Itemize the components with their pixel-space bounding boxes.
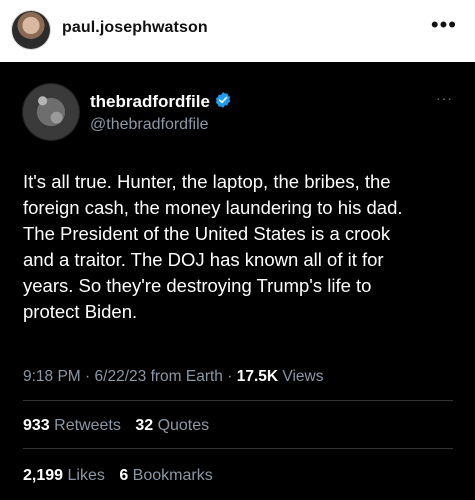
bookmarks-label: Bookmarks (132, 467, 213, 484)
retweet-quote-stats: 933 Retweets 32 Quotes (23, 417, 209, 435)
retweets-count: 933 (23, 417, 50, 434)
retweets-stat[interactable]: 933 Retweets (23, 417, 121, 434)
tweet-card: thebradfordfile @thebradfordfile ··· It'… (0, 62, 475, 500)
tweet-author-handle[interactable]: @thebradfordfile (90, 116, 209, 134)
tweet-text-line: foreign cash, the money laundering to hi… (23, 197, 403, 218)
views-label: Views (282, 368, 324, 385)
quotes-stat[interactable]: 32 Quotes (135, 417, 209, 434)
username-link[interactable]: paul.josephwatson (62, 19, 208, 37)
tweet-text-line: protect Biden. (23, 301, 138, 322)
tweet-author-avatar[interactable] (23, 84, 79, 140)
tweet-date[interactable]: 6/22/23 (95, 368, 147, 385)
tweet-more-icon[interactable]: ··· (436, 90, 453, 106)
quotes-label: Quotes (157, 417, 210, 434)
likes-stat[interactable]: 2,199 Likes (23, 467, 105, 484)
likes-label: Likes (67, 467, 105, 484)
bookmarks-stat[interactable]: 6 Bookmarks (119, 467, 212, 484)
tweet-source: from Earth (150, 368, 223, 385)
likes-count: 2,199 (23, 467, 64, 484)
likes-bookmarks-stats: 2,199 Likes 6 Bookmarks (23, 467, 213, 485)
display-name[interactable]: thebradfordfile (90, 92, 210, 111)
tweet-author-name[interactable]: thebradfordfile (90, 91, 232, 112)
divider (23, 448, 453, 449)
bookmarks-count: 6 (119, 467, 129, 484)
tweet-text-line: The President of the United States is a … (23, 223, 391, 244)
separator: · (85, 368, 91, 385)
views-count: 17.5K (236, 368, 279, 385)
separator: · (227, 368, 233, 385)
retweets-label: Retweets (54, 417, 121, 434)
verified-badge-icon (215, 92, 231, 108)
tweet-meta: 9:18 PM · 6/22/23 from Earth · 17.5K Vie… (23, 368, 323, 386)
tweet-text: It's all true. Hunter, the laptop, the b… (23, 169, 458, 325)
divider (23, 400, 453, 401)
quotes-count: 32 (135, 417, 154, 434)
tweet-text-line: It's all true. Hunter, the laptop, the b… (23, 171, 391, 192)
tweet-text-line: years. So they're destroying Trump's lif… (23, 275, 372, 296)
avatar[interactable] (12, 11, 50, 49)
more-options-icon[interactable]: ••• (431, 14, 457, 36)
tweet-text-line: and a traitor. The DOJ has known all of … (23, 249, 384, 270)
tweet-time[interactable]: 9:18 PM (23, 368, 81, 385)
instagram-post-header: paul.josephwatson ••• (0, 0, 475, 62)
